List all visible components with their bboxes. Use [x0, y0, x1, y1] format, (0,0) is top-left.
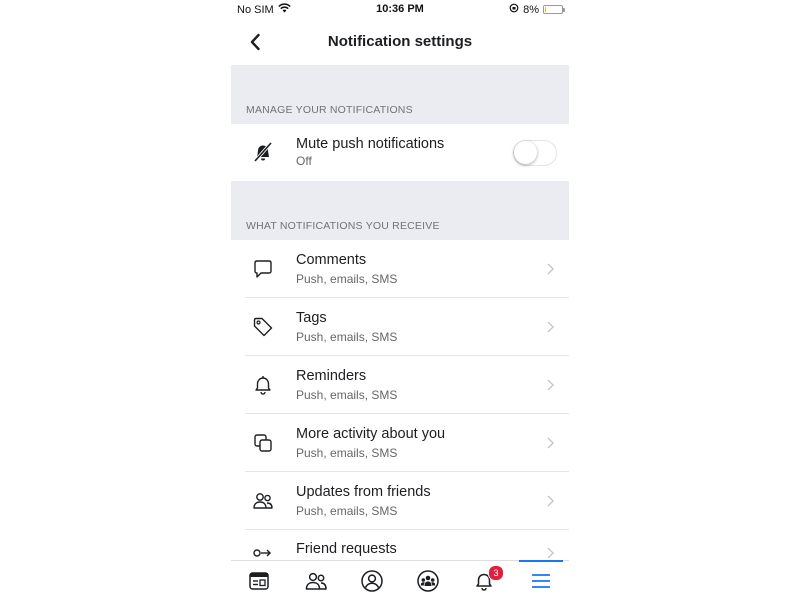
tab-notifications[interactable]: 3: [456, 561, 512, 600]
chevron-right-icon: [545, 436, 555, 450]
profile-icon: [361, 570, 383, 592]
tab-groups[interactable]: [400, 561, 456, 600]
item-title: More activity about you: [296, 426, 446, 442]
list-item-friend-requests[interactable]: Friend requests: [231, 530, 569, 560]
friends-tab-icon: [305, 572, 327, 590]
chevron-right-icon: [545, 378, 555, 392]
list-item-updates-from-friends[interactable]: Updates from friends Push, emails, SMS: [231, 472, 569, 530]
nav-header: Notification settings: [231, 20, 569, 64]
bell-icon: [251, 373, 275, 397]
list-item-reminders[interactable]: Reminders Push, emails, SMS: [231, 356, 569, 414]
active-tab-indicator: [519, 560, 563, 562]
phone-screen: No SIM 10:36 PM 8% Notification settings…: [231, 0, 569, 600]
section-title-receive: WHAT NOTIFICATIONS YOU RECEIVE: [246, 220, 440, 232]
chevron-right-icon: [545, 320, 555, 334]
section-header-manage: MANAGE YOUR NOTIFICATIONS: [231, 65, 569, 124]
tag-icon: [251, 315, 275, 339]
status-bar: No SIM 10:36 PM 8%: [231, 0, 569, 20]
tab-menu[interactable]: [513, 560, 569, 600]
section-title-manage: MANAGE YOUR NOTIFICATIONS: [246, 104, 413, 116]
bottom-tab-bar: 3: [231, 560, 569, 600]
friend-request-icon: [251, 541, 275, 560]
list-item-more-activity[interactable]: More activity about you Push, emails, SM…: [231, 414, 569, 472]
mute-push-row[interactable]: Mute push notifications Off: [231, 124, 569, 181]
item-subtitle: Push, emails, SMS: [296, 272, 398, 286]
friends-icon: [251, 489, 275, 513]
section-header-receive: WHAT NOTIFICATIONS YOU RECEIVE: [231, 181, 569, 240]
chevron-right-icon: [545, 494, 555, 508]
item-subtitle: Push, emails, SMS: [296, 388, 398, 402]
item-subtitle: Push, emails, SMS: [296, 446, 398, 460]
item-title: Friend requests: [296, 541, 397, 557]
chevron-right-icon: [545, 262, 555, 276]
status-right-group: 8%: [509, 3, 565, 16]
tab-profile[interactable]: [344, 561, 400, 600]
orientation-lock-icon: [509, 3, 519, 16]
tab-news-feed[interactable]: [231, 561, 287, 600]
comment-icon: [251, 257, 275, 281]
battery-icon: [543, 5, 565, 14]
hamburger-menu-icon: [532, 574, 550, 588]
list-item-comments[interactable]: Comments Push, emails, SMS: [231, 240, 569, 298]
groups-icon: [417, 570, 439, 592]
item-title: Updates from friends: [296, 484, 431, 500]
item-subtitle: Push, emails, SMS: [296, 504, 398, 518]
chevron-right-icon: [545, 546, 555, 560]
page-title: Notification settings: [327, 33, 473, 50]
bell-off-icon: [251, 140, 275, 164]
activity-icon: [251, 431, 275, 455]
item-title: Reminders: [296, 368, 367, 384]
tab-friends[interactable]: [288, 561, 344, 600]
item-title: Tags: [296, 310, 327, 326]
item-title: Comments: [296, 252, 367, 268]
news-feed-icon: [249, 572, 269, 590]
mute-push-status: Off: [296, 154, 312, 168]
battery-fill: [545, 7, 546, 12]
mute-push-title: Mute push notifications: [296, 136, 445, 152]
mute-push-toggle[interactable]: [513, 140, 557, 166]
battery-percent: 8%: [523, 3, 539, 16]
item-subtitle: Push, emails, SMS: [296, 330, 398, 344]
notification-count-badge: 3: [488, 565, 504, 581]
toggle-knob: [514, 141, 537, 164]
list-item-tags[interactable]: Tags Push, emails, SMS: [231, 298, 569, 356]
